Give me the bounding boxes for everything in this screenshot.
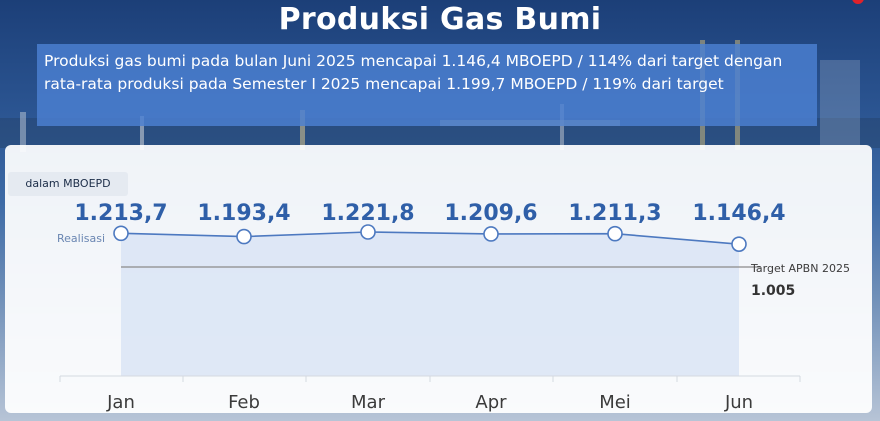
value-label: 1.193,4 bbox=[197, 201, 290, 226]
category-label: Feb bbox=[228, 392, 260, 413]
data-point bbox=[731, 236, 747, 252]
category-label: Mei bbox=[599, 392, 631, 413]
category-label: Jun bbox=[724, 392, 753, 413]
series-label: Realisasi bbox=[57, 232, 105, 245]
value-label: 1.209,6 bbox=[444, 201, 537, 226]
data-point bbox=[360, 224, 376, 240]
target-value-label: 1.005 bbox=[751, 283, 795, 299]
target-name-label: Target APBN 2025 bbox=[750, 262, 850, 275]
realisasi-area bbox=[121, 232, 739, 376]
production-line-chart: 1.213,7 1.193,4 1.221,8 1.209,6 1.211,3 1.146… bbox=[57, 201, 850, 413]
value-label: 1.213,7 bbox=[74, 201, 167, 226]
data-point bbox=[607, 225, 623, 242]
value-label: 1.211,3 bbox=[568, 201, 661, 226]
value-label: 1.221,8 bbox=[321, 201, 414, 226]
category-label: Apr bbox=[475, 392, 507, 413]
category-label: Jan bbox=[106, 392, 135, 413]
category-label: Mar bbox=[351, 392, 386, 413]
data-point bbox=[113, 225, 129, 242]
value-label: 1.146,4 bbox=[692, 201, 785, 226]
data-point bbox=[483, 226, 499, 242]
data-point bbox=[236, 228, 252, 245]
